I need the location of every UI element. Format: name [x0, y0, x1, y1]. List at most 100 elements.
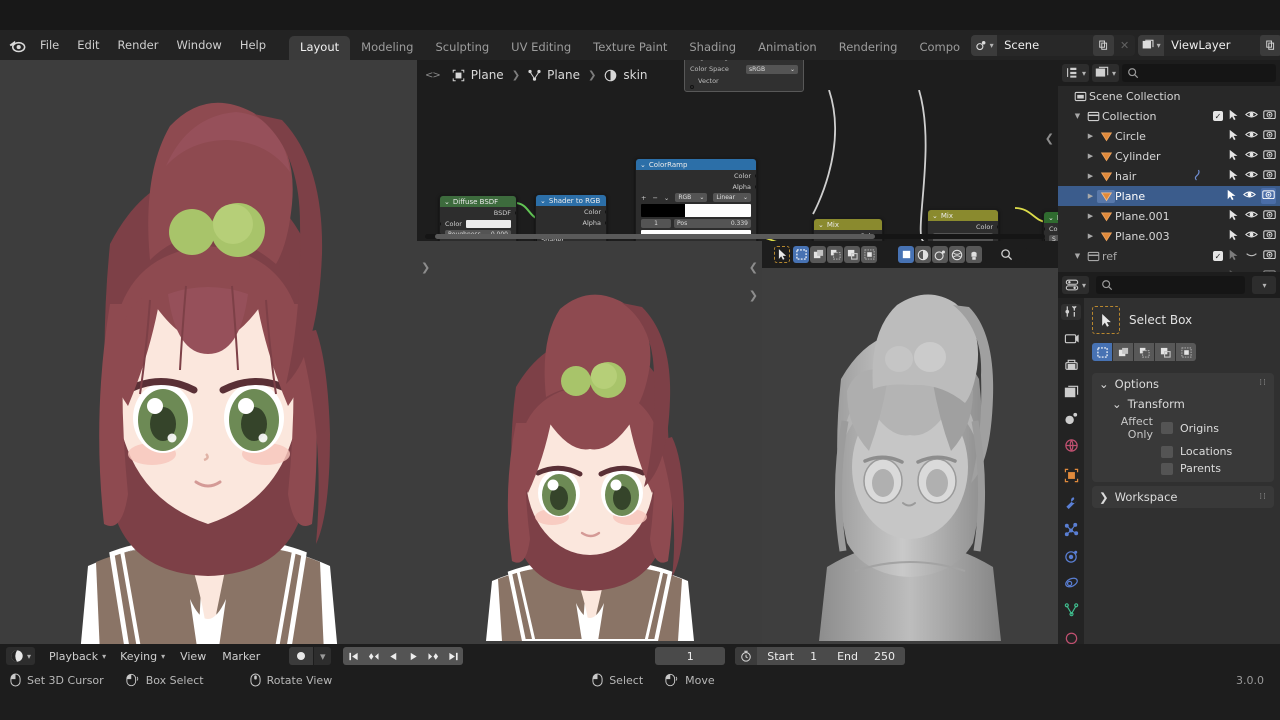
current-frame-field[interactable]: 1 — [655, 647, 726, 665]
properties-search-input[interactable] — [1096, 276, 1245, 294]
shading-material-icon[interactable] — [932, 246, 948, 263]
select-subtract-icon[interactable] — [827, 246, 843, 263]
breadcrumb-object[interactable]: Plane — [448, 68, 508, 82]
parents-checkbox[interactable] — [1161, 462, 1173, 475]
viewlayer-icon[interactable]: ▾ — [1138, 34, 1165, 56]
socket-color[interactable] — [440, 221, 441, 226]
blender-logo-icon[interactable] — [8, 32, 27, 58]
origins-checkbox[interactable] — [1161, 422, 1173, 434]
menu-file[interactable]: File — [31, 35, 68, 55]
breadcrumb-mesh[interactable]: Plane — [524, 68, 584, 82]
restrict-view-icon[interactable] — [1243, 188, 1256, 204]
toolbar-toggle-icon[interactable]: ❯ — [421, 261, 430, 274]
menu-window[interactable]: Window — [167, 35, 230, 55]
panel-grip-icon[interactable]: ⁞⁞ — [1259, 492, 1267, 501]
properties-options-dropdown[interactable]: ▾ — [1252, 276, 1276, 294]
add-stop-icon[interactable]: + — [641, 194, 646, 202]
restrict-view-icon[interactable] — [1245, 148, 1258, 164]
outliner-search-input[interactable] — [1122, 64, 1276, 82]
restrict-render-icon[interactable] — [1263, 128, 1276, 144]
timeline-editor[interactable]: ▾ Playback ▾ Keying ▾ View Marker ▾ 1 St… — [0, 644, 1058, 668]
world-tab-icon[interactable] — [1061, 437, 1081, 453]
outliner-filter-dropdown[interactable]: ▾ — [1092, 64, 1120, 82]
select-intersect-icon[interactable] — [1176, 343, 1196, 361]
node-canvas[interactable]: ⌄ Diffuse BSDF BSDF Color Roughness 0 — [417, 90, 1058, 241]
image-texture-popup[interactable]: Single Image ⌄ Color Space sRGB ⌄ Vector — [684, 60, 804, 92]
node-header[interactable]: ⌄ E — [1044, 212, 1058, 223]
select-box-tool-icon[interactable] — [1092, 306, 1120, 334]
properties-editor-type-dropdown[interactable]: ▾ — [1062, 276, 1090, 294]
restrict-select-icon[interactable] — [1228, 129, 1240, 144]
node-header[interactable]: ⌄ ColorRamp — [636, 159, 756, 170]
object-tab-icon[interactable] — [1061, 468, 1081, 484]
colorramp-mode-dropdown[interactable]: RGB ⌄ — [675, 193, 708, 202]
node-hscrollbar[interactable] — [425, 234, 1045, 239]
select-extend-icon[interactable] — [810, 246, 826, 263]
shading-wireframe-icon[interactable] — [898, 246, 914, 263]
keying-menu[interactable]: Keying ▾ — [114, 648, 171, 665]
jump-end-icon[interactable] — [443, 647, 464, 665]
restrict-render-icon[interactable] — [1263, 168, 1276, 184]
tab-shading[interactable]: Shading — [678, 36, 747, 61]
breadcrumb-material[interactable]: skin — [600, 68, 651, 82]
outliner-editor[interactable]: ▾ ▾ Scene Collection ▼ Collection ✓ ▶ Ci… — [1058, 60, 1280, 272]
restrict-view-icon[interactable] — [1245, 108, 1258, 124]
socket-color[interactable] — [755, 173, 756, 178]
restrict-view-icon[interactable] — [1245, 168, 1258, 184]
node-header[interactable]: ⌄ Mix — [928, 210, 998, 221]
output-tab-icon[interactable] — [1061, 357, 1081, 373]
new-scene-icon[interactable] — [1093, 34, 1115, 56]
viewlayer-name[interactable]: ViewLayer — [1164, 38, 1260, 52]
restrict-render-icon[interactable] — [1261, 188, 1276, 204]
transform-subpanel-header[interactable]: ⌄ Transform — [1092, 394, 1274, 413]
sidebar-toggle-icon[interactable]: ❮ — [1045, 132, 1054, 145]
outliner-row-plane-003[interactable]: ▶ Plane.003 — [1058, 226, 1280, 246]
collapse-arrows-icon[interactable]: <> — [421, 70, 444, 81]
node-header[interactable]: ⌄ Shader to RGB — [536, 195, 606, 206]
start-frame-field[interactable]: Start 1 — [757, 650, 827, 663]
next-keyframe-icon[interactable] — [423, 647, 444, 665]
shading-solid-icon[interactable] — [915, 246, 931, 263]
restrict-select-icon[interactable] — [1228, 109, 1240, 124]
outliner-row-plane[interactable]: ▶ Plane — [1058, 186, 1280, 206]
socket-color[interactable] — [1044, 226, 1045, 231]
shading-texture-icon[interactable] — [966, 246, 982, 263]
play-reverse-icon[interactable] — [383, 647, 404, 665]
outliner-row-ref[interactable]: ▼ ref ✓ — [1058, 246, 1280, 266]
node-header[interactable]: ⌄ Diffuse BSDF — [440, 196, 516, 207]
play-icon[interactable] — [403, 647, 424, 665]
constraints-tab-icon[interactable] — [1061, 575, 1081, 591]
outliner-row-scene-collection[interactable]: Scene Collection — [1058, 86, 1280, 106]
select-subtract-icon[interactable] — [1134, 343, 1154, 361]
restrict-view-icon[interactable] — [1245, 228, 1258, 244]
sidebar-toggle-icon-2[interactable]: ❯ — [749, 289, 758, 302]
color-swatch[interactable] — [465, 219, 511, 228]
viewport-right[interactable] — [762, 241, 1058, 644]
socket-color[interactable] — [997, 224, 998, 229]
search-icon[interactable] — [985, 246, 1027, 263]
chevron-down-icon[interactable]: ▾ — [314, 647, 332, 665]
select-invert-icon[interactable] — [844, 246, 860, 263]
object-data-tab-icon[interactable] — [1061, 602, 1081, 618]
stop-pos-field[interactable]: Pos 0.339 — [674, 219, 751, 228]
physics-tab-icon[interactable] — [1061, 548, 1081, 564]
new-viewlayer-icon[interactable] — [1260, 34, 1280, 56]
menu-help[interactable]: Help — [231, 35, 275, 55]
restrict-select-icon[interactable] — [1228, 149, 1240, 164]
outliner-row-circle[interactable]: ▶ Circle — [1058, 126, 1280, 146]
socket-vector-icon[interactable] — [690, 85, 694, 89]
tab-sculpting[interactable]: Sculpting — [424, 36, 500, 61]
colorramp-interp-dropdown[interactable]: Linear ⌄ — [713, 193, 751, 202]
auto-keying-icon[interactable] — [289, 647, 314, 665]
stop-index-field[interactable]: 1 — [641, 219, 671, 228]
unlink-scene-icon[interactable]: ✕ — [1114, 35, 1135, 56]
chevron-down-icon[interactable]: ▼ — [1071, 112, 1084, 120]
scene-tab-icon[interactable] — [1061, 411, 1081, 427]
tweak-cursor-icon[interactable] — [774, 246, 790, 263]
chevron-down-icon[interactable]: ▼ — [1071, 252, 1084, 260]
popup-row-color-space[interactable]: Color Space sRGB ⌄ — [685, 63, 803, 75]
menu-edit[interactable]: Edit — [68, 35, 108, 55]
playback-menu[interactable]: Playback ▾ — [43, 648, 112, 665]
restrict-select-icon[interactable] — [1228, 229, 1240, 244]
prev-keyframe-icon[interactable] — [363, 647, 384, 665]
